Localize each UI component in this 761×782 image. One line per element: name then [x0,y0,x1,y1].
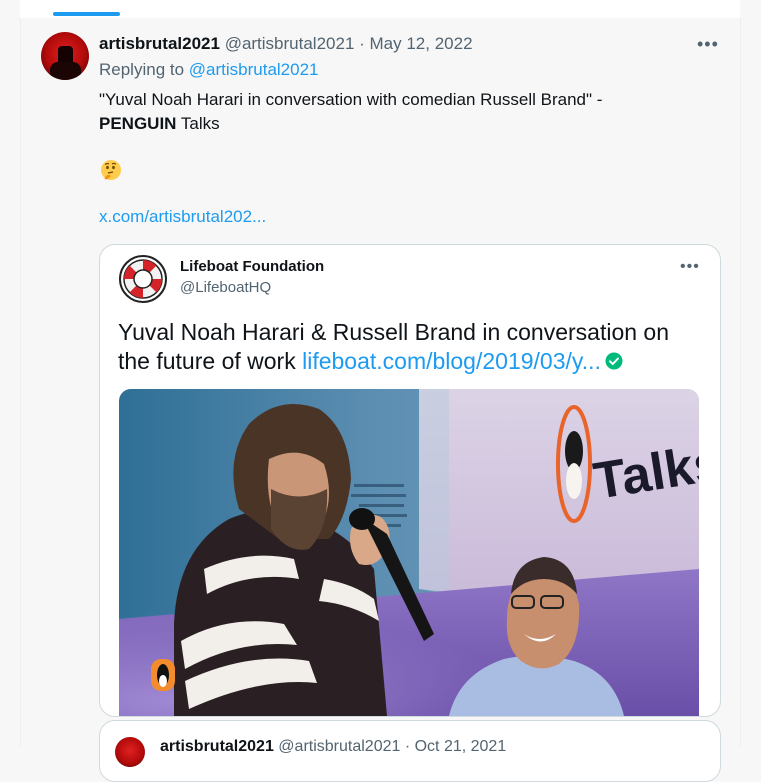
reply-context: Replying to @artisbrutal2021 [99,60,319,80]
next-tweet-header: artisbrutal2021 @artisbrutal2021 · Oct 2… [160,738,506,756]
quoted-tweet-card[interactable]: Lifeboat Foundation @LifeboatHQ ••• Yuva… [99,244,721,717]
top-band [20,0,740,18]
avatar-figure-body [50,62,81,80]
green-check-icon [605,352,623,370]
thinking-face-emoji-icon [101,160,121,180]
reply-prefix: Replying to [99,60,189,79]
avatar[interactable] [41,32,89,80]
tab-indicator [53,12,120,16]
lifebuoy-avatar-icon[interactable] [119,255,167,303]
more-options-icon[interactable]: ••• [697,34,719,55]
right-divider [740,18,741,747]
quoted-more-options-icon[interactable]: ••• [680,258,700,276]
quoted-tweet-image[interactable]: Talks [119,389,699,716]
tweet-text: "Yuval Noah Harari in conversation with … [99,88,699,136]
user-handle[interactable]: @artisbrutal2021 [225,34,355,53]
next-avatar[interactable] [115,737,145,767]
tweet-text-after-bold: Talks [176,114,220,133]
reply-handle-link[interactable]: @artisbrutal2021 [189,60,319,79]
quoted-link[interactable]: lifeboat.com/blog/2019/03/y... [302,348,601,374]
quoted-display-name[interactable]: Lifeboat Foundation [180,258,324,275]
tweet-link[interactable]: x.com/artisbrutal202... [99,207,266,227]
separator: · [354,34,370,53]
tweet-text-line1: "Yuval Noah Harari in conversation with … [99,90,603,109]
left-divider [20,18,21,747]
quoted-tweet-text: Yuval Noah Harari & Russell Brand in con… [118,318,703,376]
next-quoted-tweet-card[interactable]: artisbrutal2021 @artisbrutal2021 · Oct 2… [99,720,721,782]
tweet-header: artisbrutal2021 @artisbrutal2021 · May 1… [99,34,473,54]
quoted-user-handle[interactable]: @LifeboatHQ [180,279,271,296]
tweet-text-bold: PENGUIN [99,114,177,133]
display-name[interactable]: artisbrutal2021 [99,34,220,53]
tweet-date[interactable]: May 12, 2022 [370,34,473,53]
